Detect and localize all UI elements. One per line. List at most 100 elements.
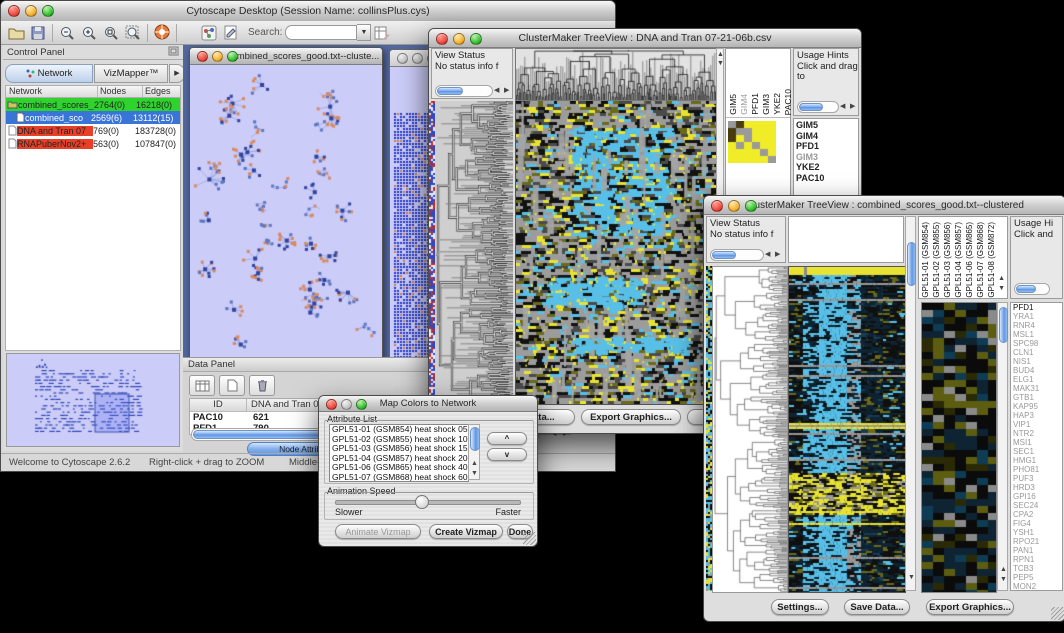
gene-label[interactable]: MON2 <box>1011 582 1062 591</box>
scroll-left-icon[interactable]: ◀ <box>765 251 770 258</box>
column-label[interactable]: YKE2 <box>772 93 782 115</box>
close-button[interactable] <box>711 200 723 212</box>
scroll-up-icon[interactable]: ▲ <box>998 275 1005 282</box>
scroll-up-icon[interactable]: ▲ <box>471 460 478 467</box>
treeview1-titlebar[interactable]: ClusterMaker TreeView : DNA and Tran 07-… <box>429 29 861 48</box>
scroll-left-icon[interactable]: ◀ <box>494 87 499 94</box>
treeview2-titlebar[interactable]: ClusterMaker TreeView : combined_scores_… <box>704 196 1064 215</box>
gene-label[interactable]: FIG4 <box>1011 519 1062 528</box>
gene-label[interactable]: MSL1 <box>1011 330 1062 339</box>
resize-grip[interactable] <box>523 532 536 545</box>
select-attributes-icon[interactable] <box>189 375 215 396</box>
zoom-selected-icon[interactable] <box>100 23 122 43</box>
minimize-button[interactable] <box>453 33 465 45</box>
network-canvas[interactable] <box>190 65 380 359</box>
gene-label[interactable]: CPA2 <box>1011 510 1062 519</box>
column-label[interactable]: GPL51-02 (GSM855) <box>932 222 942 298</box>
gene-label[interactable]: VIP1 <box>1011 420 1062 429</box>
column-label[interactable]: GIM5 <box>728 94 738 115</box>
row-label[interactable]: PAC10 <box>794 173 858 184</box>
attribute-item[interactable]: GPL51-07 (GSM868) heat shock 60 min <box>330 473 468 483</box>
network-view-titlebar[interactable]: combined_scores_good.txt--cluste... <box>190 48 382 65</box>
row-label[interactable]: PFD1 <box>794 141 858 152</box>
create-attribute-icon[interactable] <box>219 375 245 396</box>
resize-grip[interactable] <box>1051 607 1064 620</box>
attribute-list[interactable]: GPL51-01 (GSM854) heat shock 05 minGPL51… <box>329 424 469 482</box>
column-label[interactable]: GPL51-07 (GSM868) <box>976 222 986 298</box>
tv2-export-graphics-button[interactable]: Export Graphics... <box>926 599 1014 615</box>
column-label[interactable]: GPL51-03 (GSM856) <box>943 222 953 298</box>
scroll-left-icon[interactable]: ◀ <box>840 103 845 110</box>
column-label[interactable]: GPL51-06 (GSM865) <box>965 222 975 298</box>
float-panel-icon[interactable] <box>168 46 179 59</box>
close-button[interactable] <box>326 399 337 410</box>
scroll-down-icon[interactable]: ▼ <box>471 470 478 477</box>
gene-label[interactable]: ELG1 <box>1011 375 1062 384</box>
usage-hints-scrollbar[interactable] <box>797 101 839 113</box>
tab-network[interactable]: Network <box>5 64 93 83</box>
tv1-row-dendrogram[interactable] <box>435 101 513 404</box>
gene-label[interactable]: NIS1 <box>1011 357 1062 366</box>
row-label[interactable]: GIM5 <box>794 120 858 131</box>
view-status-scrollbar[interactable] <box>710 249 764 261</box>
gene-label[interactable]: SPC98 <box>1011 339 1062 348</box>
tv1-column-dendrogram[interactable] <box>515 48 717 101</box>
tv2-settings-button[interactable]: Settings... <box>771 599 829 615</box>
help-lifebuoy-icon[interactable] <box>151 23 173 43</box>
column-label[interactable]: PFD1 <box>750 93 760 115</box>
birds-eye-view[interactable] <box>6 353 180 447</box>
animate-vizmap-button[interactable]: Animate Vizmap <box>335 524 421 539</box>
delete-attribute-icon[interactable] <box>249 375 275 396</box>
network-row-dna-tran[interactable]: DNA and Tran 07 769(0) 183728(0) <box>6 124 180 137</box>
gene-label[interactable]: TCB3 <box>1011 564 1062 573</box>
row-label[interactable]: YKE2 <box>794 162 858 173</box>
tv2-heatmap-vscrollbar[interactable] <box>905 216 916 591</box>
annotation-icon[interactable] <box>220 23 242 43</box>
move-down-button[interactable]: v <box>487 448 527 461</box>
close-button[interactable] <box>397 53 408 64</box>
search-dropdown-caret-icon[interactable]: ▼ <box>357 24 371 41</box>
column-label[interactable]: PAC10 <box>783 89 793 115</box>
tv2-heatmap[interactable] <box>788 266 906 593</box>
zoom-button[interactable] <box>227 51 238 62</box>
scroll-right-icon[interactable]: ▶ <box>850 103 855 110</box>
usage-hints-scrollbar[interactable] <box>1014 283 1050 295</box>
minimize-button[interactable] <box>25 5 37 17</box>
gene-label[interactable]: RPN1 <box>1011 555 1062 564</box>
gene-label[interactable]: PUF3 <box>1011 474 1062 483</box>
dialog-titlebar[interactable]: Map Colors to Network <box>319 396 537 412</box>
zoom-button[interactable] <box>356 399 367 410</box>
zoom-out-icon[interactable] <box>56 23 78 43</box>
network-table-header[interactable]: Network Nodes Edges <box>5 85 181 98</box>
scroll-down-icon[interactable]: ▼ <box>1000 576 1007 583</box>
tv2-zoom-heatmap[interactable] <box>921 302 997 593</box>
gene-label[interactable]: HMG1 <box>1011 456 1062 465</box>
close-button[interactable] <box>436 33 448 45</box>
gene-label[interactable]: YRA1 <box>1011 312 1062 321</box>
search-input[interactable] <box>285 25 357 40</box>
gene-label[interactable]: RPO21 <box>1011 537 1062 546</box>
configure-search-icon[interactable] <box>371 23 393 43</box>
scroll-down-icon[interactable]: ▼ <box>998 285 1005 292</box>
zoom-button[interactable] <box>470 33 482 45</box>
animation-speed-slider-thumb[interactable] <box>415 495 429 509</box>
minimize-button[interactable] <box>412 53 423 64</box>
minimize-button[interactable] <box>341 399 352 410</box>
move-up-button[interactable]: ^ <box>487 432 527 445</box>
zoom-in-icon[interactable] <box>78 23 100 43</box>
scroll-right-icon[interactable]: ▶ <box>504 87 509 94</box>
zoom-button[interactable] <box>42 5 54 17</box>
minimize-button[interactable] <box>728 200 740 212</box>
gene-label[interactable]: SEC1 <box>1011 447 1062 456</box>
gene-label[interactable]: NTR2 <box>1011 429 1062 438</box>
tv1-export-graphics-button[interactable]: Export Graphics... <box>581 409 681 425</box>
scroll-down-icon[interactable]: ▼ <box>717 60 724 67</box>
scroll-right-icon[interactable]: ▶ <box>775 251 780 258</box>
gene-label[interactable]: HRD3 <box>1011 483 1062 492</box>
tv1-selected-cluster-heatmap[interactable] <box>728 121 776 163</box>
row-label[interactable]: GIM3 <box>794 152 858 163</box>
network-row-combined-sco-selected[interactable]: combined_sco 2569(6) 13112(15) <box>6 111 180 124</box>
scroll-up-icon[interactable]: ▲ <box>717 51 724 58</box>
column-label[interactable]: GPL51-04 (GSM857) <box>954 222 964 298</box>
save-icon[interactable] <box>27 23 49 43</box>
